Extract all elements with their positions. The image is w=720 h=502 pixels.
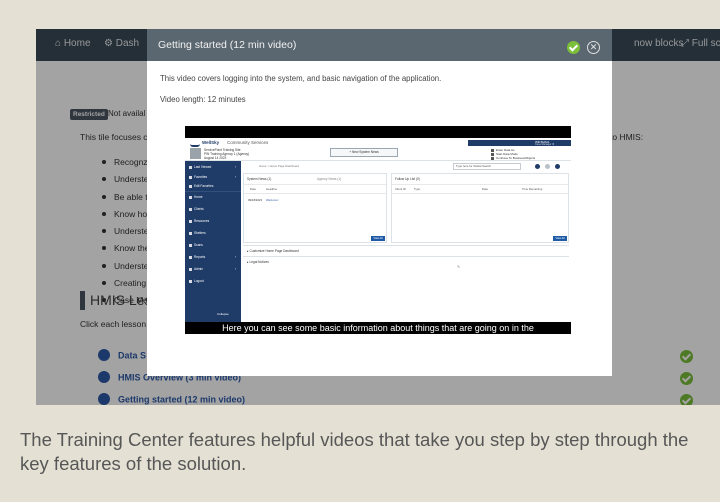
panel-divider: [392, 193, 568, 194]
completed-check-icon: [567, 41, 580, 54]
modal-description: This video covers logging into the syste…: [160, 74, 442, 83]
column-header: Date: [250, 187, 256, 191]
modal-title: Getting started (12 min video): [158, 39, 297, 51]
help-icon[interactable]: [555, 164, 560, 169]
wellsky-logo-icon: [190, 141, 200, 147]
video-player[interactable]: WellSky Community Services ServicePoint …: [185, 126, 571, 334]
quick-link[interactable]: Continue To BusinessObjects: [491, 156, 535, 160]
app-header: WellSky Community Services ServicePoint …: [185, 138, 571, 161]
screenshot-frame: ⌂ Home ⚙ Dash now blocks ⤢ Full scr Rest…: [36, 29, 720, 405]
mouse-cursor-icon: ⇖: [457, 264, 461, 269]
follow-up-title: Follow Up List (0): [395, 177, 420, 181]
sidebar-collapse-button[interactable]: Collapse: [217, 312, 229, 316]
column-header: Type: [414, 187, 421, 191]
sidebar-item-edit-favorites[interactable]: Edit Favorites: [189, 184, 214, 188]
column-header: Client ID: [395, 187, 406, 191]
agency-image: [190, 148, 201, 159]
follow-up-panel: Follow Up List (0) Client ID Type Date T…: [391, 173, 569, 243]
app-logo-subtitle: Community Services: [227, 140, 269, 145]
video-modal: Getting started (12 min video) ✕ This vi…: [147, 29, 612, 376]
video-caption: Here you can see some basic information …: [222, 323, 534, 333]
expander-label: Legal Notices: [249, 260, 269, 264]
user-role: Case Manager III: [535, 143, 555, 146]
sidebar-item-last-viewed[interactable]: Last Viewed: [189, 165, 211, 169]
agency-line: August 14 2023: [204, 156, 227, 160]
panel-divider: [244, 193, 386, 194]
column-header: Date: [482, 187, 488, 191]
panel-divider: [392, 184, 568, 185]
breadcrumb: Home > Home Page Dashboard: [259, 164, 299, 168]
print-icon[interactable]: [535, 164, 540, 169]
sidebar-item-resources[interactable]: Resources: [189, 219, 209, 223]
column-header: Headline: [266, 187, 278, 191]
news-date: 09/18/2023: [248, 198, 262, 202]
system-news-tab[interactable]: System News (1): [247, 177, 271, 181]
legal-notices-expander[interactable]: ▸ Legal Notices: [243, 256, 569, 266]
customize-dashboard-expander[interactable]: ▸ Customize Home Page Dashboard: [243, 245, 569, 255]
global-search-input[interactable]: Type here for Global Search: [453, 163, 521, 170]
app-sidebar: Last Viewed › Favorites › Edit Favorites H…: [185, 161, 241, 322]
sidebar-item-reports[interactable]: Reports: [189, 255, 205, 259]
sidebar-item-home[interactable]: Home: [189, 195, 203, 199]
video-length: Video length: 12 minutes: [160, 95, 246, 104]
new-system-news-button[interactable]: + New System News: [330, 148, 398, 157]
sidebar-item-admin[interactable]: Admin: [189, 267, 203, 271]
app-logo: WellSky: [202, 140, 220, 145]
view-all-button[interactable]: View All: [553, 236, 567, 241]
sidebar-divider: [185, 191, 241, 192]
sidebar-item-clients[interactable]: Clients: [189, 207, 204, 211]
agency-news-tab[interactable]: Agency News (1): [317, 177, 341, 181]
column-header: Time Remaining: [522, 187, 543, 191]
video-frame: WellSky Community Services ServicePoint …: [185, 138, 571, 322]
panel-divider: [244, 184, 386, 185]
sidebar-item-scans[interactable]: Scans: [189, 243, 203, 247]
chevron-right-icon: ›: [235, 175, 237, 179]
chevron-right-icon: ›: [235, 267, 237, 271]
sidebar-item-favorites[interactable]: Favorites: [189, 175, 207, 179]
refresh-icon[interactable]: [545, 164, 550, 169]
footer-description: The Training Center features helpful vid…: [20, 429, 689, 474]
chevron-right-icon: ›: [235, 255, 237, 259]
user-bar: [468, 140, 571, 146]
system-news-panel: System News (1) Agency News (1) Date Hea…: [243, 173, 387, 243]
sidebar-item-logout[interactable]: Logout: [189, 279, 204, 283]
news-headline-link[interactable]: Welcome!: [266, 198, 278, 202]
sidebar-item-shelters[interactable]: Shelters: [189, 231, 206, 235]
chevron-right-icon: ›: [235, 165, 237, 169]
close-icon[interactable]: ✕: [587, 41, 600, 54]
modal-header: Getting started (12 min video) ✕: [147, 29, 612, 61]
view-all-button[interactable]: View All: [371, 236, 385, 241]
expander-label: Customize Home Page Dashboard: [249, 249, 299, 253]
